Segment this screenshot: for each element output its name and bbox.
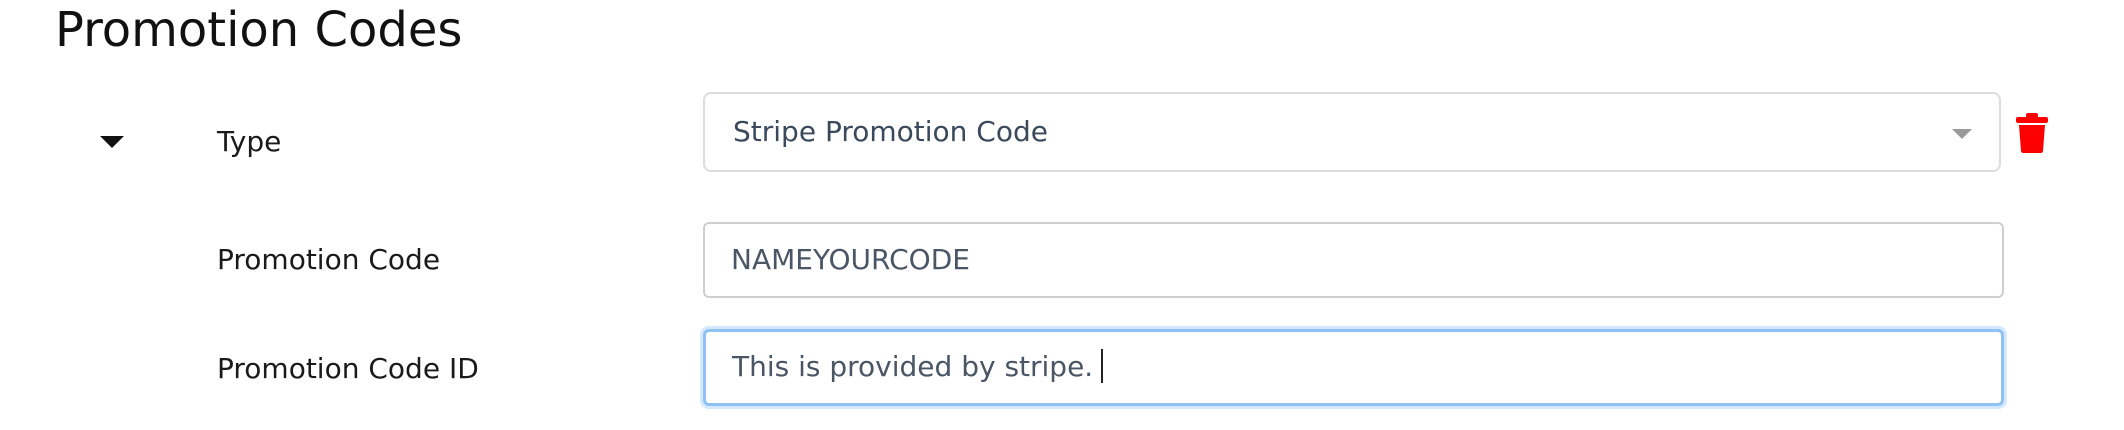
text-cursor: [1101, 349, 1104, 383]
promotion-code-input-value: NAMEYOURCODE: [731, 243, 970, 276]
page-title: Promotion Codes: [55, 2, 463, 58]
type-label: Type: [217, 125, 282, 158]
promotion-code-id-label: Promotion Code ID: [217, 352, 479, 385]
caret-down-icon: [100, 136, 124, 148]
delete-button[interactable]: [2015, 112, 2049, 154]
collapse-toggle-button[interactable]: [98, 131, 126, 151]
promotion-code-id-input[interactable]: This is provided by stripe.: [703, 329, 2004, 406]
trash-icon: [2016, 113, 2048, 153]
type-select[interactable]: Stripe Promotion Code: [703, 92, 2001, 172]
chevron-down-icon: [1951, 127, 1973, 141]
promotion-code-input[interactable]: NAMEYOURCODE: [703, 222, 2004, 298]
promotion-code-id-input-value: This is provided by stripe.: [732, 350, 1094, 383]
promotion-code-label: Promotion Code: [217, 243, 441, 276]
type-select-value: Stripe Promotion Code: [733, 115, 1048, 148]
